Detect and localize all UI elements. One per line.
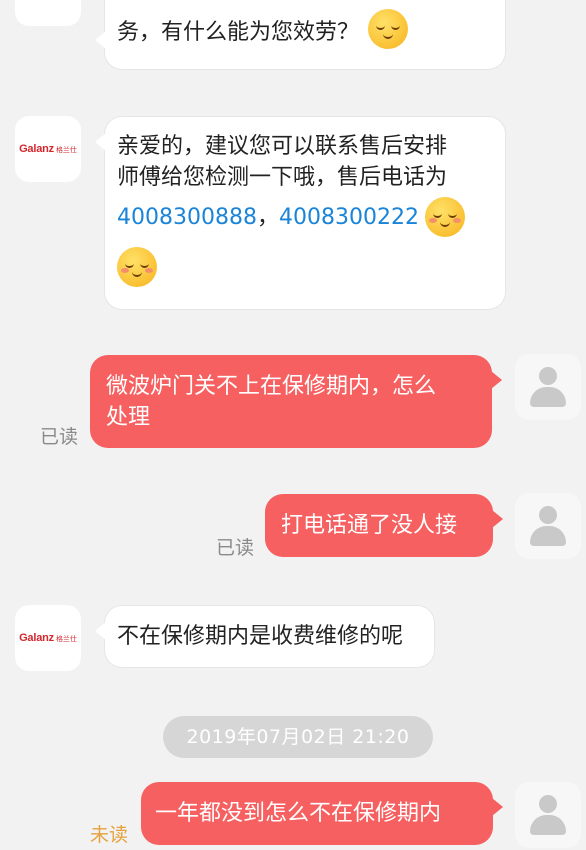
message-text: 一年都没到怎么不在保修期内 (155, 801, 442, 826)
message-bubble-user[interactable]: 微波炉门关不上在保修期内，怎么 处理 (90, 355, 502, 448)
message-line: 师傅给您检测一下哦，售后电话为 (117, 165, 448, 190)
agent-avatar[interactable]: Galanz 格兰仕 (15, 116, 81, 182)
agent-avatar[interactable]: Galanz 格兰仕 (15, 605, 81, 671)
message-line: 处理 (106, 405, 151, 430)
read-status: 已读 (40, 426, 79, 448)
message-bubble-agent[interactable]: 不在保修期内是收费维修的呢 (95, 605, 435, 668)
phone-link[interactable]: 4008300888 (117, 202, 257, 233)
message-bubble-user[interactable]: 打电话通了没人接 (265, 494, 503, 557)
smiling-face-emoji (117, 247, 157, 287)
read-status: 已读 (216, 537, 255, 559)
message-text: 打电话通了没人接 (281, 513, 458, 538)
user-avatar[interactable] (515, 354, 581, 420)
timestamp-divider: 2019年07月02日 21:20 (163, 716, 433, 758)
user-avatar[interactable] (515, 493, 581, 559)
thinking-face-emoji (368, 9, 409, 49)
message-line: 亲爱的，建议您可以联系售后安排 (117, 134, 448, 159)
separator: ， (256, 204, 279, 230)
message-line: 微波炉门关不上在保修期内，怎么 (106, 374, 437, 399)
message-bubble-agent[interactable]: 亲爱的，建议您可以联系售后安排 师傅给您检测一下哦，售后电话为 40083008… (95, 116, 506, 310)
user-icon (528, 504, 568, 548)
message-bubble-agent[interactable]: 务，有什么能为您效劳？ (95, 0, 506, 70)
message-text: 务，有什么能为您效劳？ (117, 20, 360, 45)
phone-link[interactable]: 4008300222 (279, 202, 419, 233)
message-bubble-user[interactable]: 一年都没到怎么不在保修期内 (141, 782, 503, 845)
smiling-face-emoji (424, 197, 465, 237)
galanz-logo: Galanz 格兰仕 (19, 632, 77, 644)
user-icon (528, 793, 568, 837)
galanz-logo: Galanz 格兰仕 (19, 143, 77, 155)
agent-avatar[interactable]: Galanz 格兰仕 (15, 0, 81, 26)
user-avatar[interactable] (515, 782, 581, 848)
unread-status: 未读 (90, 824, 129, 846)
user-icon (528, 365, 568, 409)
message-text: 不在保修期内是收费维修的呢 (117, 624, 404, 649)
